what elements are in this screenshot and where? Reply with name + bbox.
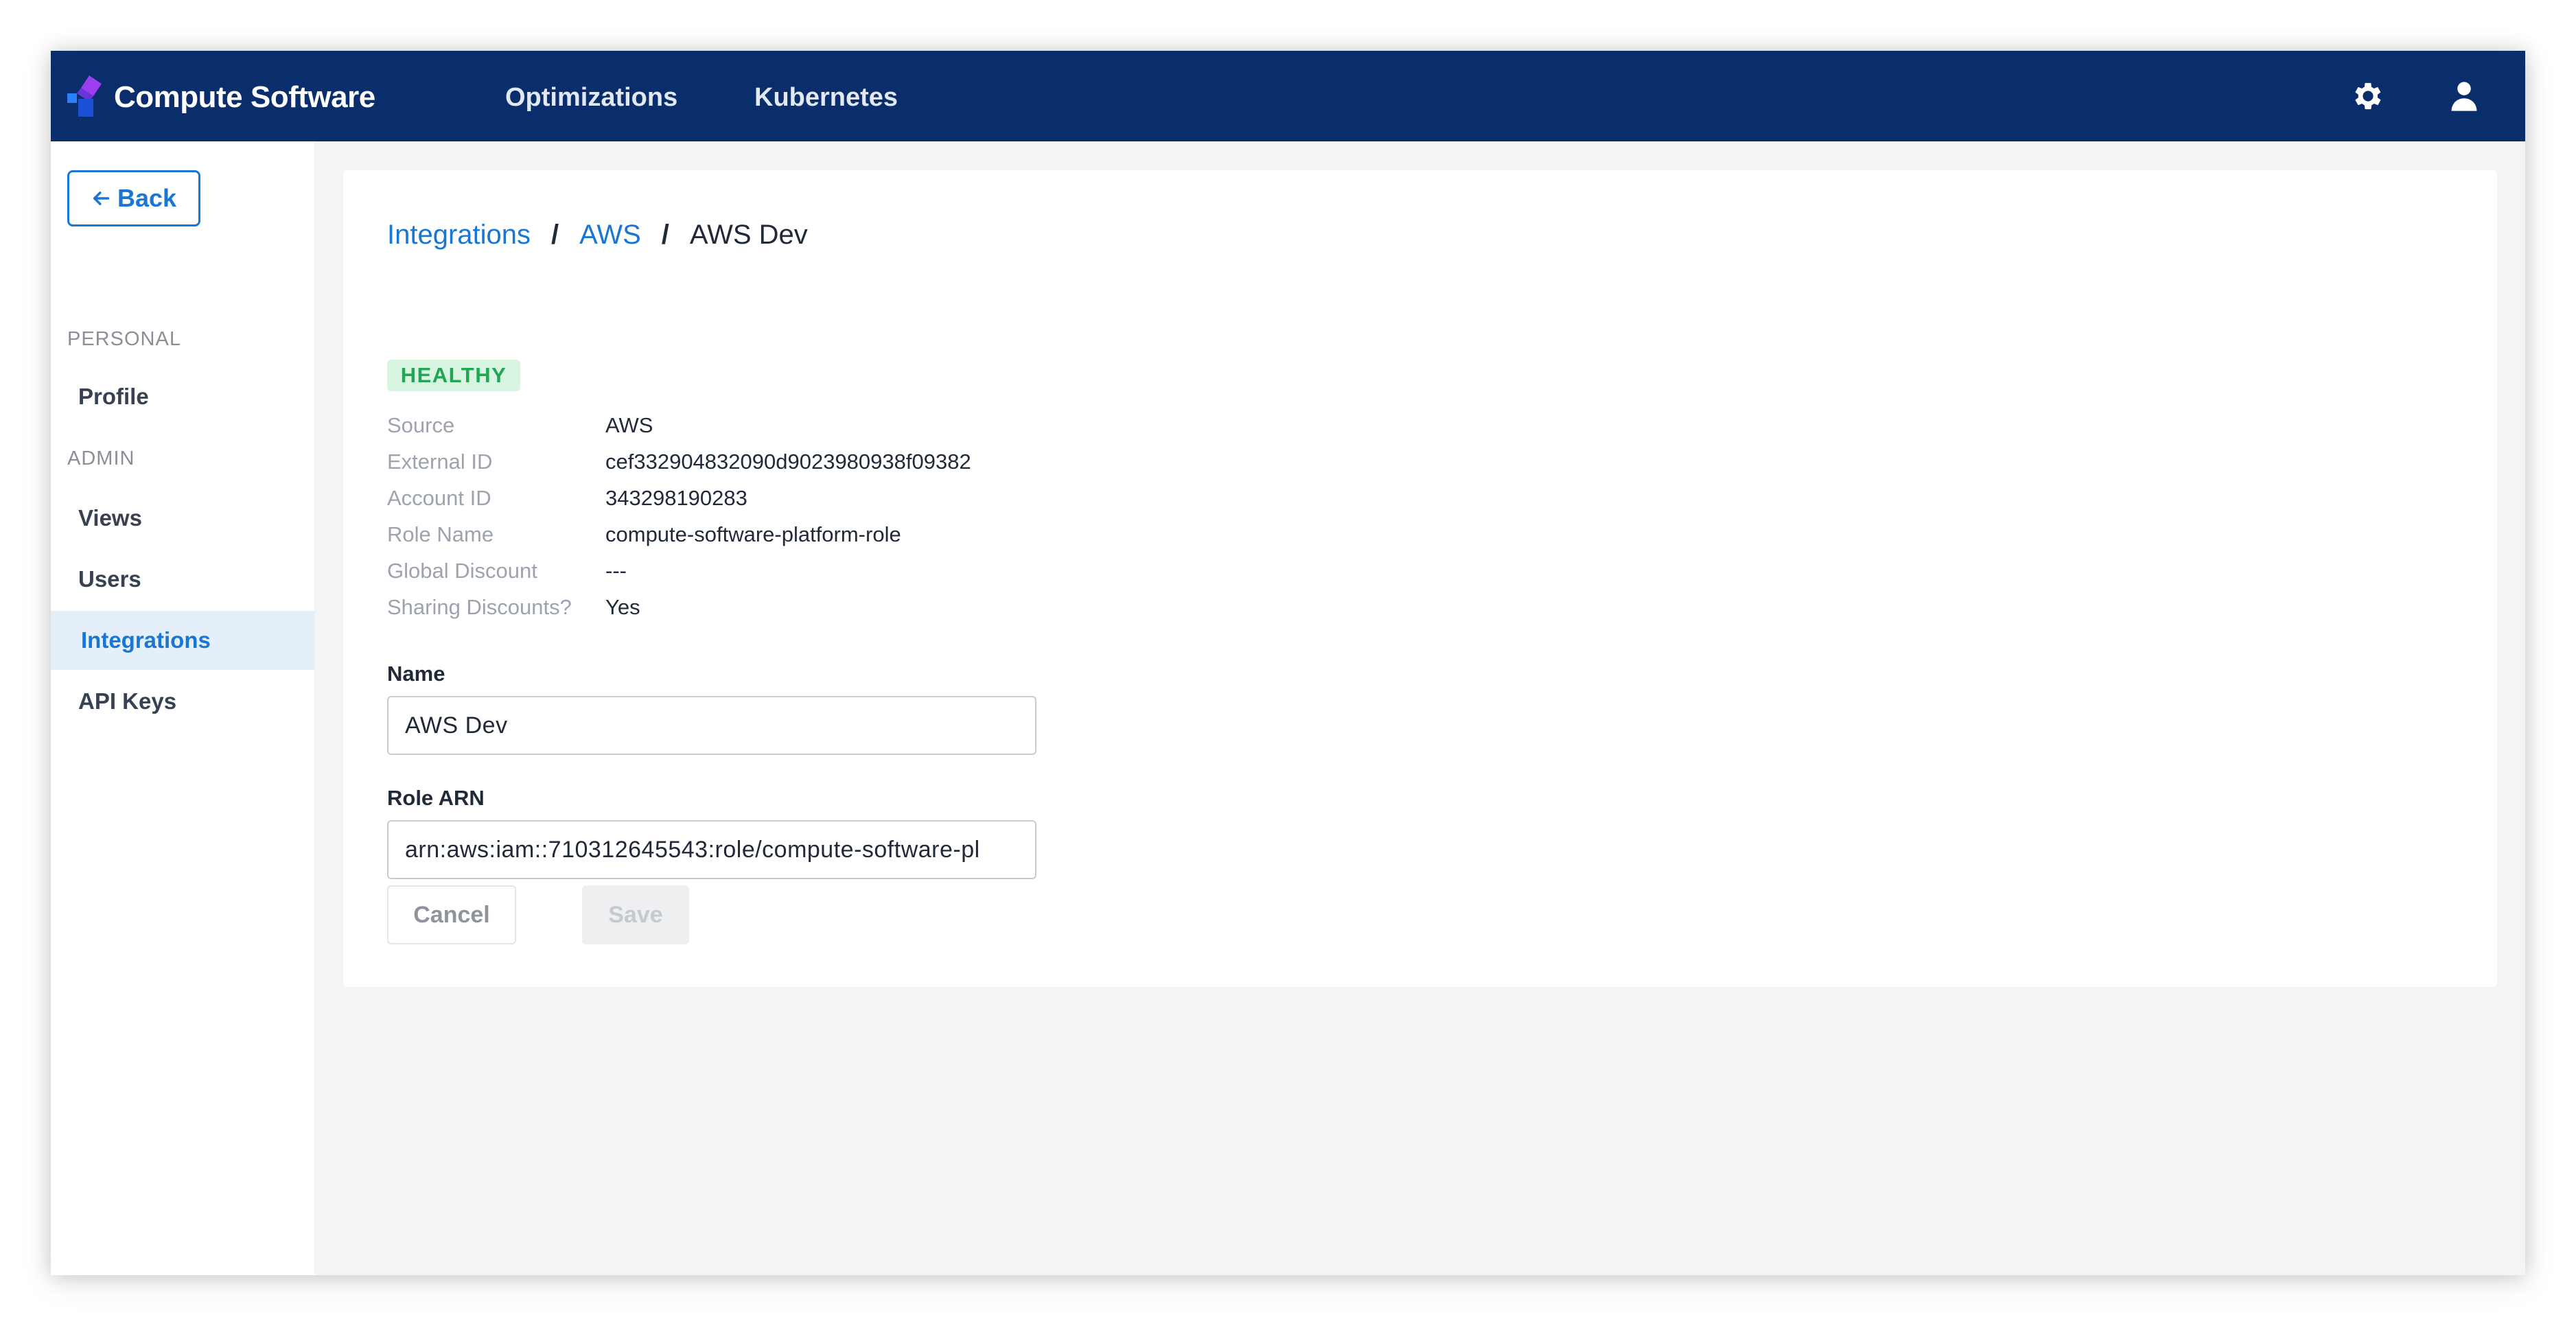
detail-value: Yes (605, 595, 640, 619)
compute-software-logo-icon[interactable] (66, 74, 107, 119)
save-button[interactable]: Save (582, 885, 689, 944)
sidebar-item-users[interactable]: Users (51, 550, 314, 609)
detail-value: cef332904832090d9023980938f09382 (605, 450, 971, 474)
breadcrumb-integrations-link[interactable]: Integrations (387, 216, 531, 254)
sidebar-item-label: Profile (78, 384, 149, 409)
breadcrumb: Integrations / AWS / AWS Dev (387, 216, 808, 254)
breadcrumb-separator: / (551, 220, 559, 250)
gear-icon[interactable] (2350, 78, 2386, 114)
detail-label: Source (387, 413, 455, 437)
breadcrumb-current: AWS Dev (689, 220, 808, 250)
detail-value: 343298190283 (605, 486, 747, 510)
detail-value: AWS (605, 413, 653, 437)
breadcrumb-aws-link[interactable]: AWS (579, 216, 641, 254)
section-label-admin: ADMIN (67, 447, 135, 469)
role-arn-field-label: Role ARN (387, 786, 485, 810)
nav-kubernetes[interactable]: Kubernetes (754, 77, 898, 118)
name-field-label: Name (387, 662, 445, 686)
sidebar-item-label: Views (78, 505, 142, 531)
sidebar: Back PERSONAL Profile ADMIN Views Users … (51, 141, 314, 1275)
detail-value: --- (605, 559, 627, 583)
top-navigation-bar: Compute Software Optimizations Kubernete… (51, 51, 2525, 141)
name-input[interactable] (387, 696, 1036, 755)
brand-name[interactable]: Compute Software (114, 77, 375, 118)
sidebar-item-integrations[interactable]: Integrations (51, 611, 314, 670)
detail-label: Account ID (387, 486, 491, 510)
detail-value: compute-software-platform-role (605, 522, 901, 546)
app-window: Compute Software Optimizations Kubernete… (51, 51, 2525, 1275)
detail-label: External ID (387, 450, 493, 474)
arrow-left-icon (93, 191, 110, 205)
sidebar-item-label: API Keys (78, 688, 177, 714)
sidebar-item-profile[interactable]: Profile (51, 367, 314, 426)
status-badge: HEALTHY (387, 360, 520, 391)
detail-label: Role Name (387, 522, 494, 546)
sidebar-item-label: Integrations (81, 627, 211, 653)
section-label-personal: PERSONAL (67, 328, 181, 350)
back-button-label: Back (117, 184, 177, 212)
detail-label: Global Discount (387, 559, 537, 583)
user-icon[interactable] (2446, 78, 2482, 114)
detail-label: Sharing Discounts? (387, 595, 572, 619)
cancel-button[interactable]: Cancel (387, 885, 516, 944)
breadcrumb-separator: / (661, 220, 669, 250)
back-button[interactable]: Back (67, 170, 200, 226)
sidebar-item-label: Users (78, 566, 141, 592)
nav-optimizations[interactable]: Optimizations (505, 77, 677, 118)
integration-detail-card: Integrations / AWS / AWS Dev HEALTHY Sou… (343, 170, 2497, 987)
sidebar-item-views[interactable]: Views (51, 489, 314, 548)
role-arn-input[interactable] (387, 820, 1036, 879)
sidebar-item-api-keys[interactable]: API Keys (51, 672, 314, 731)
